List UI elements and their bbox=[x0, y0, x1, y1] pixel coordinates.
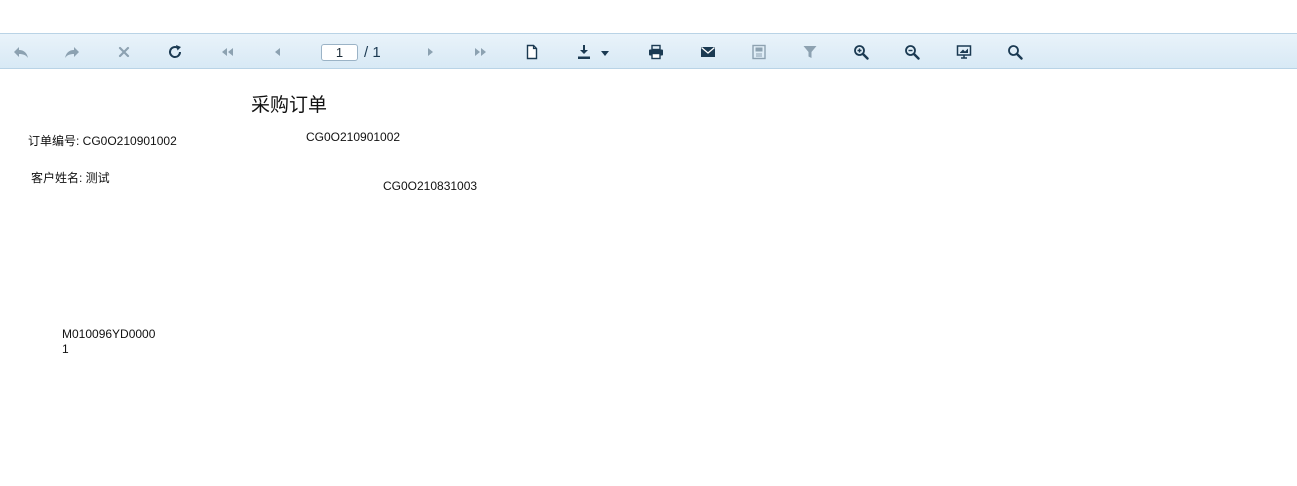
print-button[interactable] bbox=[647, 43, 665, 61]
search-button[interactable] bbox=[1006, 43, 1024, 61]
redo-icon bbox=[65, 47, 79, 58]
print-icon bbox=[649, 44, 663, 60]
save-icon bbox=[752, 44, 766, 60]
export-dropdown-arrow[interactable] bbox=[601, 51, 609, 56]
order-number-label: 订单编号: CG0O210901002 bbox=[28, 134, 177, 148]
report-title: 采购订单 bbox=[251, 95, 328, 116]
redo-button[interactable] bbox=[63, 43, 81, 61]
last-page-button[interactable] bbox=[472, 43, 490, 61]
customer-name-label: 客户姓名: 测试 bbox=[31, 171, 110, 185]
email-icon bbox=[701, 47, 715, 57]
material-code-line2: 1 bbox=[62, 342, 69, 356]
stop-button[interactable] bbox=[115, 43, 133, 61]
refresh-button[interactable] bbox=[166, 43, 184, 61]
undo-icon bbox=[14, 47, 28, 58]
undo-button[interactable] bbox=[12, 43, 30, 61]
stop-icon bbox=[118, 46, 130, 58]
fullscreen-icon bbox=[956, 45, 972, 59]
refresh-icon bbox=[169, 45, 182, 58]
export-button[interactable] bbox=[575, 43, 593, 61]
search-icon bbox=[1008, 45, 1023, 60]
zoom-in-icon bbox=[854, 45, 869, 60]
document-button[interactable] bbox=[523, 43, 541, 61]
filter-button[interactable] bbox=[801, 43, 819, 61]
current-page-input[interactable] bbox=[321, 44, 358, 61]
first-page-icon bbox=[222, 48, 233, 56]
order-number-value: CG0O210901002 bbox=[306, 130, 401, 144]
email-button[interactable] bbox=[699, 43, 717, 61]
zoom-out-button[interactable] bbox=[903, 43, 921, 61]
report-viewer-toolbar: / 1 bbox=[0, 33, 1297, 69]
fullscreen-button[interactable] bbox=[955, 43, 973, 61]
next-page-icon bbox=[428, 48, 433, 56]
material-code-line1: M010096YD0000 bbox=[62, 327, 156, 341]
prev-page-icon bbox=[275, 48, 280, 56]
zoom-out-icon bbox=[905, 45, 920, 60]
next-page-button[interactable] bbox=[421, 43, 439, 61]
prev-page-button[interactable] bbox=[269, 43, 287, 61]
document-icon bbox=[526, 44, 538, 60]
zoom-in-button[interactable] bbox=[852, 43, 870, 61]
last-page-icon bbox=[475, 48, 486, 56]
first-page-button[interactable] bbox=[218, 43, 236, 61]
export-icon bbox=[578, 45, 590, 59]
related-order-number: CG0O210831003 bbox=[383, 179, 478, 193]
page-total: / 1 bbox=[364, 44, 381, 61]
save-button[interactable] bbox=[750, 43, 768, 61]
filter-icon bbox=[803, 46, 817, 58]
